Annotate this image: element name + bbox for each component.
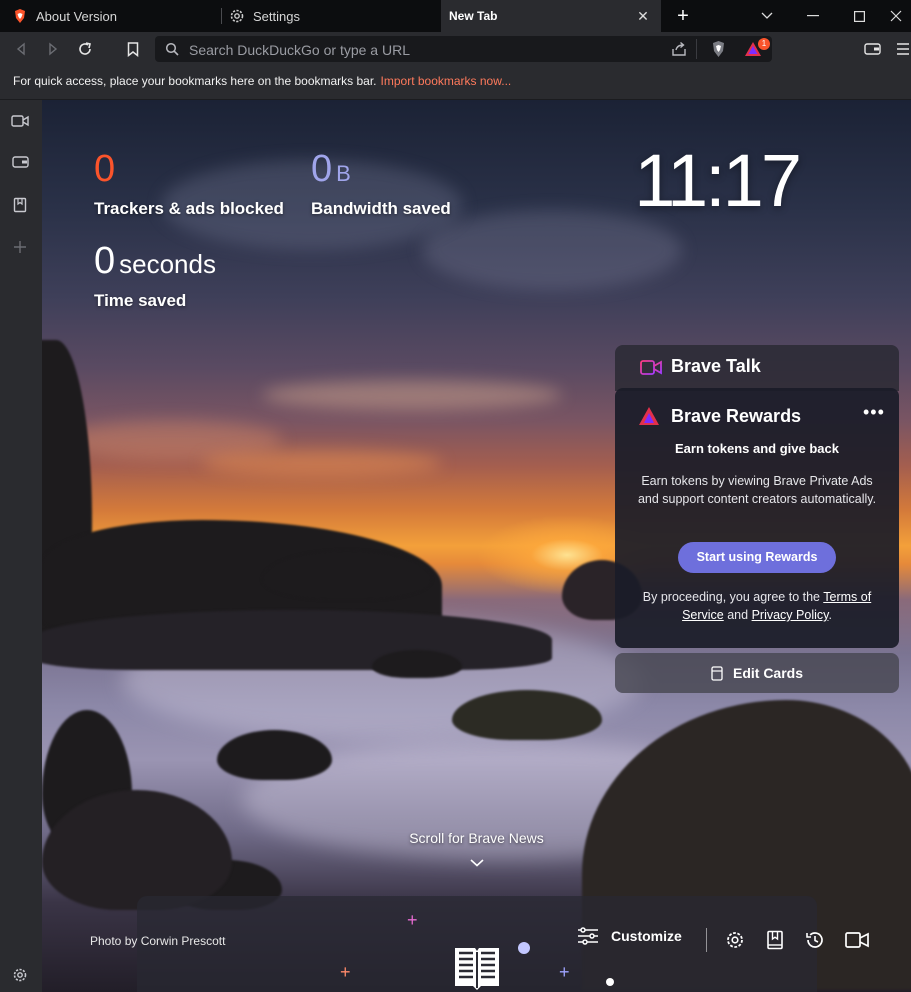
brave-logo-icon [12,8,28,24]
bookmarks-bar-hint: For quick access, place your bookmarks h… [13,74,377,88]
tab-label: Settings [253,8,300,24]
tab-divider [221,8,222,24]
bookmarks-bar: For quick access, place your bookmarks h… [0,66,911,100]
address-bar-placeholder: Search DuckDuckGo or type a URL [189,42,410,58]
trackers-blocked-label: Trackers & ads blocked [94,199,284,218]
new-tab-page: 0 Trackers & ads blocked 0B Bandwidth sa… [42,100,911,992]
customize-button[interactable]: Customize [577,927,682,945]
legal-and: and [727,608,749,622]
brave-rewards-title: Brave Rewards [671,406,802,426]
gear-icon [229,8,245,24]
search-icon [165,42,179,61]
photo-credit-name[interactable]: Corwin Prescott [141,934,226,948]
sliders-icon [577,927,599,945]
sidebar [0,100,42,992]
bandwidth-saved-label: Bandwidth saved [311,199,451,218]
sparkle-icon: + [340,962,351,982]
customize-label: Customize [611,928,682,944]
tab-label: New Tab [449,9,498,23]
address-bar[interactable]: Search DuckDuckGo or type a URL 1 [155,36,772,62]
brave-talk-icon [640,359,662,381]
brave-talk-title: Brave Talk [671,356,761,376]
maximize-button[interactable] [836,0,882,32]
trackers-blocked-value: 0 [94,148,116,190]
reload-button[interactable] [73,37,97,61]
photo-credit: Photo by Corwin Prescott [90,934,225,948]
close-window-button[interactable] [880,0,911,32]
minimize-button[interactable] [790,0,836,32]
trackers-blocked-count: 0 [94,148,115,191]
tab-search-chevron-icon[interactable] [744,0,790,32]
wallet-icon[interactable] [860,37,884,61]
start-using-rewards-button[interactable]: Start using Rewards [678,542,836,573]
bookmark-icon[interactable] [121,37,145,61]
bottom-bar: + + + [137,896,817,992]
history-icon[interactable] [803,928,827,952]
time-saved-unit: seconds [119,249,216,279]
bandwidth-saved-count: 0B [311,148,351,191]
rewards-legal-text: By proceeding, you agree to the Terms of… [633,588,881,624]
back-button[interactable] [9,37,33,61]
dot-icon [518,942,530,954]
menu-icon[interactable] [895,37,911,61]
tab-settings[interactable]: Settings [229,0,439,32]
rewards-subtitle: Earn tokens and give back [674,441,839,456]
forward-button[interactable] [41,37,65,61]
tab-about-version[interactable]: About Version [12,0,220,32]
brave-shields-icon[interactable] [710,40,727,63]
dot-icon [606,978,614,986]
edit-cards-button[interactable]: Edit Cards [615,653,899,693]
brave-talk-card[interactable]: Brave Talk [615,345,899,391]
sidebar-settings-icon[interactable] [9,964,31,986]
bookmarks-bar-message: For quick access, place your bookmarks h… [13,74,511,88]
brave-rewards-card: Brave Rewards ••• Earn tokens and give b… [615,388,899,648]
tab-label: About Version [36,8,117,24]
tab-new-tab[interactable]: New Tab ✕ [441,0,661,32]
scroll-for-news-label: Scroll for Brave News [409,830,544,846]
toolbar: Search DuckDuckGo or type a URL 1 [0,32,911,66]
legal-period: . [828,608,832,622]
sparkle-icon: + [407,910,418,930]
new-tab-button[interactable]: + [673,5,693,27]
time-saved-count: 0 seconds [94,240,216,283]
clock: 11:17 [634,139,802,222]
urlbar-divider [696,39,697,59]
tab-strip: About Version Settings New Tab ✕ + [0,0,911,32]
wallet-icon[interactable] [9,151,31,173]
legal-prefix: By proceeding, you agree to the [642,590,821,604]
brave-talk-icon[interactable] [843,928,871,952]
rewards-description: Earn tokens by viewing Brave Private Ads… [637,474,877,506]
bottom-bar-divider [706,928,707,952]
chevron-down-icon [42,854,911,870]
edit-cards-icon [711,665,723,681]
scroll-for-news-prompt[interactable]: Scroll for Brave News [42,830,911,870]
bookmarks-icon[interactable] [9,194,31,216]
brave-talk-icon[interactable] [9,110,31,132]
sparkle-icon: + [559,962,570,982]
time-saved-label: Time saved [94,291,187,310]
import-bookmarks-link[interactable]: Import bookmarks now... [381,74,512,88]
rewards-badge: 1 [758,38,770,50]
settings-icon[interactable] [723,928,747,952]
edit-cards-label: Edit Cards [732,665,803,681]
bookmarks-icon[interactable] [763,928,787,952]
privacy-policy-link[interactable]: Privacy Policy [752,608,829,622]
bandwidth-saved-value: 0 [311,148,333,190]
photo-credit-prefix: Photo by [90,934,138,948]
brave-news-book-icon[interactable] [453,944,501,992]
bandwidth-saved-unit: B [336,161,351,186]
add-sidebar-item-icon[interactable] [9,236,31,258]
share-icon[interactable] [671,41,687,62]
close-tab-icon[interactable]: ✕ [635,8,651,24]
more-options-icon[interactable]: ••• [863,402,885,423]
time-saved-value: 0 [94,240,116,282]
brave-rewards-icon [638,406,660,431]
